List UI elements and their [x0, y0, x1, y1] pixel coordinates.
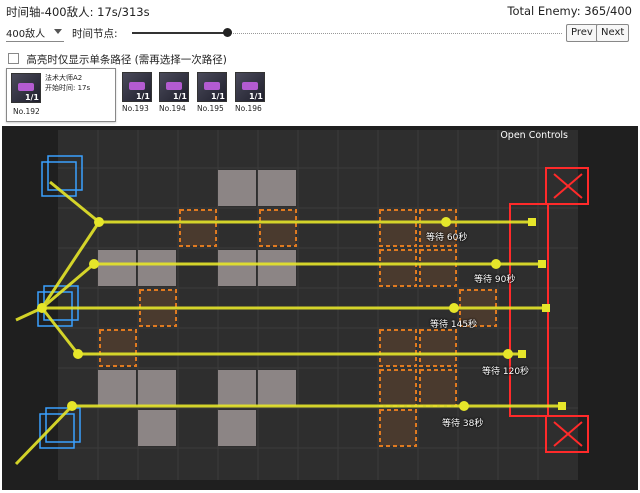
wait-label: 等待 145秒 [430, 320, 478, 330]
enemy-count-select[interactable]: 400敌人 [6, 25, 64, 42]
enemy-sprite-icon [204, 82, 220, 90]
enemy-count-badge: 1/1 [24, 93, 39, 102]
enemy-card-selected[interactable]: 1/1 法术大师A2 开始时间: 17s No.192 [6, 68, 116, 122]
enemy-card[interactable]: 1/1 No.193 [122, 72, 154, 118]
enemy-number: No.194 [159, 104, 186, 113]
wait-label: 等待 120秒 [482, 367, 530, 377]
prev-button[interactable]: Prev [566, 24, 598, 42]
enemy-name: 法术大师A2 [45, 74, 83, 82]
enemy-number: No.195 [197, 104, 224, 113]
ground-area [58, 130, 578, 480]
enemy-card[interactable]: 1/1 No.194 [159, 72, 191, 118]
chevron-down-icon [54, 29, 62, 34]
timeline-text: 时间轴-400敌人: 17s/313s [6, 5, 150, 19]
map-canvas[interactable] [2, 126, 638, 490]
enemy-thumbnail: 1/1 [11, 73, 41, 103]
highlight-checkbox-label: 高亮时仅显示单条路径 (需再选择一次路径) [26, 54, 227, 66]
enemy-sprite-icon [129, 82, 145, 90]
header-row: 时间轴-400敌人: 17s/313s Total Enemy: 365/400 [6, 4, 634, 20]
stage-map[interactable]: Open Controls 等待 60秒 等待 90秒 等待 145秒 等待 1… [2, 126, 638, 490]
enemy-number: No.193 [122, 104, 149, 113]
wait-label: 等待 90秒 [474, 275, 516, 285]
enemy-sprite-icon [242, 82, 258, 90]
highlight-option[interactable]: 高亮时仅显示单条路径 (需再选择一次路径) [8, 52, 227, 67]
enemy-count-badge: 1/1 [248, 92, 263, 101]
open-controls-link[interactable]: Open Controls [500, 130, 568, 141]
enemy-card[interactable]: 1/1 No.196 [235, 72, 267, 118]
enemy-thumbnail: 1/1 [235, 72, 265, 102]
enemy-number: No.192 [13, 107, 40, 116]
wait-label: 等待 38秒 [442, 419, 484, 429]
enemy-sprite-icon [18, 83, 34, 91]
timeline-controls: 400敌人 时间节点: Prev Next [6, 24, 634, 44]
enemy-card[interactable]: 1/1 No.195 [197, 72, 229, 118]
enemy-count-badge: 1/1 [210, 92, 225, 101]
enemy-count-select-value: 400敌人 [6, 29, 46, 40]
highlight-checkbox[interactable] [8, 53, 19, 64]
time-slider-fill [132, 32, 227, 34]
enemy-thumbnail: 1/1 [197, 72, 227, 102]
wait-label: 等待 60秒 [426, 233, 468, 243]
enemy-list: 1/1 法术大师A2 开始时间: 17s No.192 1/1 No.193 1… [6, 66, 636, 122]
enemy-thumbnail: 1/1 [159, 72, 189, 102]
enemy-thumbnail: 1/1 [122, 72, 152, 102]
enemy-start-time: 开始时间: 17s [45, 84, 91, 92]
enemy-count-badge: 1/1 [135, 92, 150, 101]
total-enemy-count: Total Enemy: 365/400 [507, 4, 632, 18]
enemy-sprite-icon [166, 82, 182, 90]
time-node-label: 时间节点: [72, 28, 118, 40]
time-slider-thumb[interactable] [222, 28, 232, 37]
enemy-count-badge: 1/1 [172, 92, 187, 101]
next-button[interactable]: Next [596, 24, 630, 42]
enemy-number: No.196 [235, 104, 262, 113]
